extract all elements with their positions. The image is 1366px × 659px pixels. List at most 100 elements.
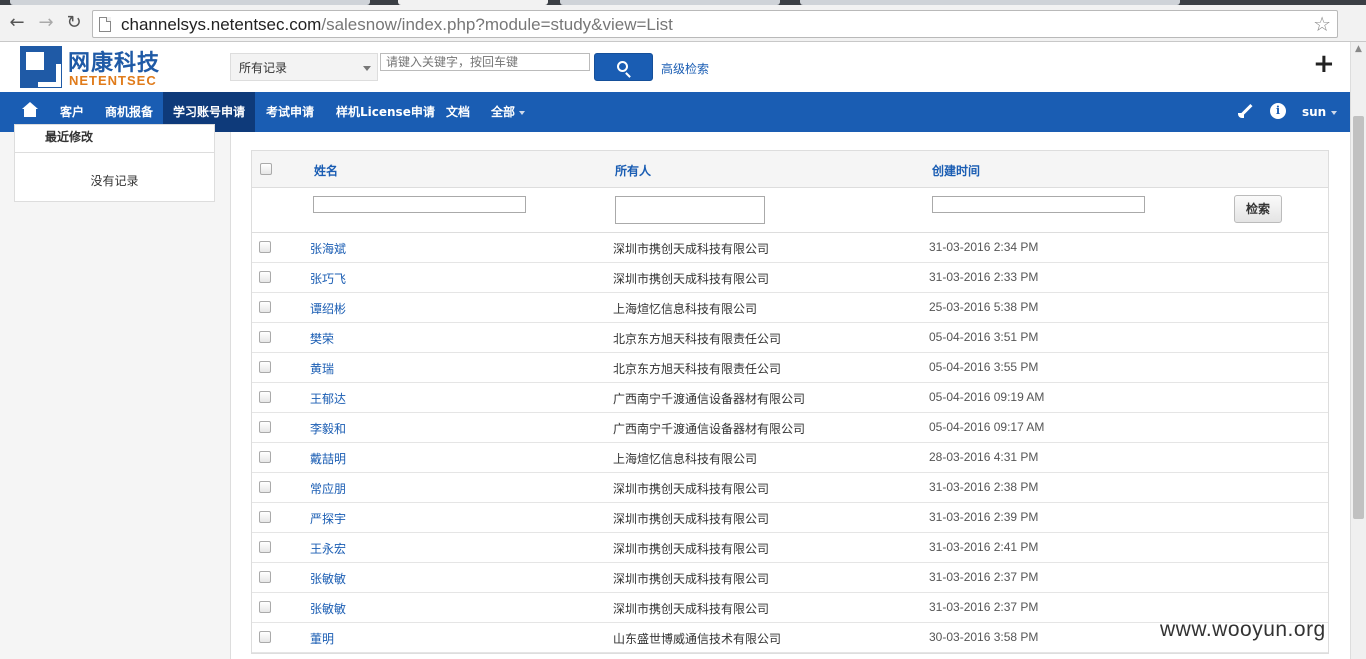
row-checkbox[interactable] <box>259 631 271 643</box>
row-owner: 深圳市携创天成科技有限公司 <box>613 512 770 526</box>
select-all-checkbox[interactable] <box>260 163 272 175</box>
row-checkbox[interactable] <box>259 331 271 343</box>
row-name-link[interactable]: 张巧飞 <box>310 270 346 287</box>
add-icon[interactable]: + <box>1313 51 1335 77</box>
row-owner: 深圳市携创天成科技有限公司 <box>613 242 770 256</box>
table-row[interactable]: 谭绍彬 上海煊忆信息科技有限公司 25-03-2016 5:38 PM <box>252 293 1328 323</box>
row-created-time: 31-03-2016 2:41 PM <box>929 540 1039 554</box>
table-row[interactable]: 戴喆明 上海煊忆信息科技有限公司 28-03-2016 4:31 PM <box>252 443 1328 473</box>
filter-name-input[interactable] <box>313 196 526 213</box>
row-checkbox[interactable] <box>259 571 271 583</box>
record-filter-select[interactable]: 所有记录 <box>230 53 378 81</box>
brush-icon[interactable] <box>1237 103 1255 121</box>
row-owner: 上海煊忆信息科技有限公司 <box>613 302 758 316</box>
row-checkbox[interactable] <box>259 601 271 613</box>
row-name-link[interactable]: 王永宏 <box>310 540 346 557</box>
column-header-created[interactable]: 创建时间 <box>932 162 980 179</box>
row-owner: 深圳市携创天成科技有限公司 <box>613 572 770 586</box>
search-button[interactable] <box>594 53 653 81</box>
nav-item-exam[interactable]: 考试申请 <box>256 92 324 132</box>
row-name-link[interactable]: 樊荣 <box>310 330 334 347</box>
row-owner: 深圳市携创天成科技有限公司 <box>613 542 770 556</box>
row-created-time: 30-03-2016 3:58 PM <box>929 630 1039 644</box>
logo[interactable]: 网康科技 NETENTSEC <box>20 46 175 88</box>
recent-changes-panel: 最近修改 没有记录 <box>14 124 215 202</box>
row-name-link[interactable]: 戴喆明 <box>310 450 346 467</box>
table-row[interactable]: 张巧飞 深圳市携创天成科技有限公司 31-03-2016 2:33 PM <box>252 263 1328 293</box>
nav-item-documents[interactable]: 文档 <box>436 92 480 132</box>
search-input[interactable] <box>380 53 590 71</box>
row-name-link[interactable]: 董明 <box>310 630 334 647</box>
chevron-down-icon <box>519 110 526 115</box>
address-bar[interactable]: channelsys.netentsec.com/salesnow/index.… <box>92 10 1338 38</box>
table-row[interactable]: 常应朋 深圳市携创天成科技有限公司 31-03-2016 2:38 PM <box>252 473 1328 503</box>
vertical-scrollbar[interactable]: ▲ <box>1350 42 1366 659</box>
bookmark-star-icon[interactable]: ☆ <box>1313 12 1331 36</box>
column-header-owner[interactable]: 所有人 <box>615 162 651 179</box>
row-created-time: 05-04-2016 09:19 AM <box>929 390 1045 404</box>
row-checkbox[interactable] <box>259 481 271 493</box>
filter-owner-input[interactable] <box>615 196 765 224</box>
chevron-down-icon <box>1331 110 1338 115</box>
table-row[interactable]: 王永宏 深圳市携创天成科技有限公司 31-03-2016 2:41 PM <box>252 533 1328 563</box>
row-name-link[interactable]: 张敏敏 <box>310 600 346 617</box>
user-menu[interactable]: sun <box>1302 92 1338 132</box>
nav-item-sample-license[interactable]: 样机License申请 <box>326 92 445 132</box>
recent-changes-title: 最近修改 <box>45 130 94 144</box>
table-row[interactable]: 樊荣 北京东方旭天科技有限责任公司 05-04-2016 3:51 PM <box>252 323 1328 353</box>
row-owner: 上海煊忆信息科技有限公司 <box>613 452 758 466</box>
row-owner: 深圳市携创天成科技有限公司 <box>613 602 770 616</box>
table-row[interactable]: 张海斌 深圳市携创天成科技有限公司 31-03-2016 2:34 PM <box>252 233 1328 263</box>
watermark-text: www.wooyun.org <box>1160 618 1326 641</box>
home-icon[interactable] <box>14 100 44 124</box>
table-row[interactable]: 李毅和 广西南宁千渡通信设备器材有限公司 05-04-2016 09:17 AM <box>252 413 1328 443</box>
row-name-link[interactable]: 严探宇 <box>310 510 346 527</box>
scroll-up-arrow-icon[interactable]: ▲ <box>1355 44 1362 54</box>
row-checkbox[interactable] <box>259 421 271 433</box>
row-name-link[interactable]: 常应朋 <box>310 480 346 497</box>
row-name-link[interactable]: 张海斌 <box>310 240 346 257</box>
url-text[interactable]: channelsys.netentsec.com/salesnow/index.… <box>121 15 673 35</box>
row-name-link[interactable]: 王郁达 <box>310 390 346 407</box>
row-name-link[interactable]: 张敏敏 <box>310 570 346 587</box>
row-name-link[interactable]: 黄瑞 <box>310 360 334 377</box>
filter-search-button[interactable]: 检索 <box>1234 195 1282 223</box>
row-checkbox[interactable] <box>259 361 271 373</box>
table-body: 张海斌 深圳市携创天成科技有限公司 31-03-2016 2:34 PM 张巧飞 深圳市… <box>252 233 1328 653</box>
row-checkbox[interactable] <box>259 241 271 253</box>
divider <box>15 152 214 153</box>
home-icon-roof <box>22 102 38 109</box>
column-header-name[interactable]: 姓名 <box>314 162 338 179</box>
row-created-time: 31-03-2016 2:37 PM <box>929 570 1039 584</box>
nav-item-all[interactable]: 全部 <box>481 92 535 132</box>
row-created-time: 31-03-2016 2:33 PM <box>929 270 1039 284</box>
record-list-table: 姓名 所有人 创建时间 检索 张海斌 深圳市携创天成科技有限公司 31-03-201… <box>251 150 1329 654</box>
url-host: channelsys.netentsec.com <box>121 15 322 34</box>
app-window: 网康科技 NETENTSEC 所有记录 高级检索 + 客户 商机报备 学习账号申… <box>0 42 1350 659</box>
table-row[interactable]: 张敏敏 深圳市携创天成科技有限公司 31-03-2016 2:37 PM <box>252 563 1328 593</box>
filter-created-input[interactable] <box>932 196 1145 213</box>
forward-arrow-icon[interactable]: → <box>35 12 57 34</box>
row-created-time: 05-04-2016 3:55 PM <box>929 360 1039 374</box>
row-created-time: 25-03-2016 5:38 PM <box>929 300 1039 314</box>
row-checkbox[interactable] <box>259 391 271 403</box>
row-checkbox[interactable] <box>259 271 271 283</box>
table-row[interactable]: 黄瑞 北京东方旭天科技有限责任公司 05-04-2016 3:55 PM <box>252 353 1328 383</box>
table-row[interactable]: 严探宇 深圳市携创天成科技有限公司 31-03-2016 2:39 PM <box>252 503 1328 533</box>
info-icon[interactable]: i <box>1270 103 1286 119</box>
row-checkbox[interactable] <box>259 301 271 313</box>
sidebar: 最近修改 没有记录 <box>0 124 231 659</box>
row-checkbox[interactable] <box>259 511 271 523</box>
row-created-time: 05-04-2016 3:51 PM <box>929 330 1039 344</box>
table-row[interactable]: 王郁达 广西南宁千渡通信设备器材有限公司 05-04-2016 09:19 AM <box>252 383 1328 413</box>
advanced-search-link[interactable]: 高级检索 <box>661 60 709 77</box>
row-checkbox[interactable] <box>259 451 271 463</box>
reload-icon[interactable]: ↻ <box>63 12 85 34</box>
row-checkbox[interactable] <box>259 541 271 553</box>
scroll-thumb[interactable] <box>1353 116 1364 519</box>
row-name-link[interactable]: 谭绍彬 <box>310 300 346 317</box>
row-created-time: 05-04-2016 09:17 AM <box>929 420 1045 434</box>
back-arrow-icon[interactable]: ← <box>6 12 28 34</box>
nav-item-all-label: 全部 <box>491 105 516 119</box>
row-name-link[interactable]: 李毅和 <box>310 420 346 437</box>
